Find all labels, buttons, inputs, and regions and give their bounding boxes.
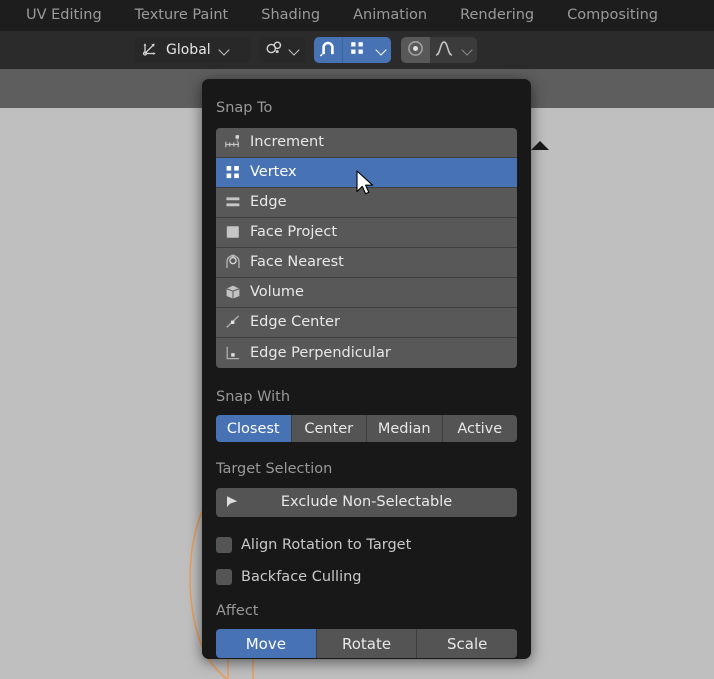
snap-volume-icon: [216, 277, 250, 307]
target-selection-section-label: Target Selection: [216, 461, 333, 477]
chevron-down-icon: [218, 44, 230, 56]
snap-to-item-label: Edge Perpendicular: [250, 344, 391, 361]
snap-to-item-edge-perpendicular[interactable]: Edge Perpendicular: [216, 337, 517, 368]
snap-with-option-median[interactable]: Median: [367, 415, 443, 442]
pivot-point-icon: [265, 40, 284, 61]
align-rotation-checkbox[interactable]: [216, 536, 232, 553]
snap-with-segmented-control: Closest Center Median Active: [216, 415, 517, 442]
workspace-tab-compositing[interactable]: Compositing: [567, 8, 658, 23]
snap-to-item-label: Volume: [250, 284, 304, 300]
backface-culling-row[interactable]: Backface Culling: [216, 566, 517, 588]
exclude-non-selectable-button[interactable]: Exclude Non-Selectable: [216, 487, 517, 517]
exclude-non-selectable-label: Exclude Non-Selectable: [280, 494, 453, 510]
snap-edge-center-icon: [216, 307, 250, 337]
snap-to-item-label: Edge Center: [250, 314, 340, 330]
mouse-pointer: [356, 170, 378, 200]
affect-option-move[interactable]: Move: [216, 629, 317, 658]
proportional-falloff-dropdown[interactable]: [457, 37, 477, 63]
snap-edge-perpendicular-icon: [216, 338, 250, 368]
affect-segmented-control: Move Rotate Scale: [216, 629, 517, 658]
align-rotation-to-target-row[interactable]: Align Rotation to Target: [216, 534, 517, 556]
snap-vertex-icon: [349, 40, 365, 60]
popover-arrow: [531, 141, 549, 150]
snap-to-item-face-project[interactable]: Face Project: [216, 217, 517, 248]
tool-settings-header: Global: [0, 31, 714, 69]
backface-culling-label: Backface Culling: [241, 568, 362, 585]
affect-section-label: Affect: [216, 602, 259, 619]
proportional-editing-icon: [406, 39, 425, 62]
workspace-tab-animation[interactable]: Animation: [353, 8, 427, 23]
snap-to-item-face-nearest[interactable]: Face Nearest: [216, 247, 517, 278]
snap-face-nearest-icon: [216, 247, 250, 277]
snap-to-item-increment[interactable]: Increment: [216, 127, 517, 158]
backface-culling-checkbox[interactable]: [216, 568, 232, 585]
magnet-icon: [319, 39, 337, 61]
workspace-tab-shading[interactable]: Shading: [261, 8, 320, 23]
snap-with-option-closest[interactable]: Closest: [216, 415, 292, 442]
proportional-falloff-button[interactable]: [430, 37, 457, 63]
snapping-popover-panel: Snap To Increment Vertex Edge Face Proje…: [202, 79, 549, 659]
workspace-tab-bar: UV Editing Texture Paint Shading Animati…: [0, 0, 714, 31]
snap-settings-dropdown[interactable]: [370, 37, 391, 63]
orientation-axes-icon: [142, 40, 159, 61]
snap-to-item-label: Face Nearest: [250, 254, 344, 270]
snap-to-item-edge-center[interactable]: Edge Center: [216, 307, 517, 338]
workspace-tab-texture-paint[interactable]: Texture Paint: [135, 8, 229, 23]
snap-with-option-active[interactable]: Active: [442, 415, 517, 442]
snap-mode-button[interactable]: [342, 37, 370, 63]
cursor-arrow-icon: [224, 488, 240, 517]
transform-orientation-value: Global: [166, 42, 211, 58]
snap-to-item-volume[interactable]: Volume: [216, 277, 517, 308]
smooth-falloff-curve-icon: [434, 39, 454, 61]
align-rotation-label: Align Rotation to Target: [241, 536, 412, 553]
snap-to-item-label: Edge: [250, 194, 287, 210]
chevron-down-icon: [461, 44, 473, 56]
snap-to-list: Increment Vertex Edge Face Project Face …: [216, 127, 517, 368]
blender-window: UV Editing Texture Paint Shading Animati…: [0, 0, 714, 679]
snap-edge-icon: [216, 187, 250, 217]
affect-option-scale[interactable]: Scale: [417, 629, 517, 658]
proportional-editing-controls: [401, 37, 477, 63]
snap-face-project-icon: [216, 217, 250, 247]
snap-vertex-icon: [216, 157, 250, 187]
workspace-tab-uv-editing[interactable]: UV Editing: [26, 8, 102, 23]
pivot-point-dropdown[interactable]: [259, 37, 305, 63]
snap-to-item-label: Increment: [250, 134, 324, 150]
snapping-controls: [314, 37, 391, 63]
workspace-tab-rendering[interactable]: Rendering: [460, 8, 534, 23]
snap-to-item-label: Face Project: [250, 224, 338, 240]
chevron-down-icon: [288, 44, 300, 56]
snap-with-section-label: Snap With: [216, 388, 291, 405]
snap-to-item-label: Vertex: [250, 164, 297, 180]
chevron-down-icon: [375, 44, 387, 56]
transform-orientation-dropdown[interactable]: Global: [135, 37, 251, 63]
proportional-editing-toggle[interactable]: [401, 37, 430, 63]
snap-toggle-button[interactable]: [314, 37, 342, 63]
snap-to-section-label: Snap To: [216, 100, 273, 116]
snap-increment-icon: [216, 128, 250, 158]
affect-option-rotate[interactable]: Rotate: [316, 629, 418, 658]
snap-with-option-center[interactable]: Center: [291, 415, 367, 442]
